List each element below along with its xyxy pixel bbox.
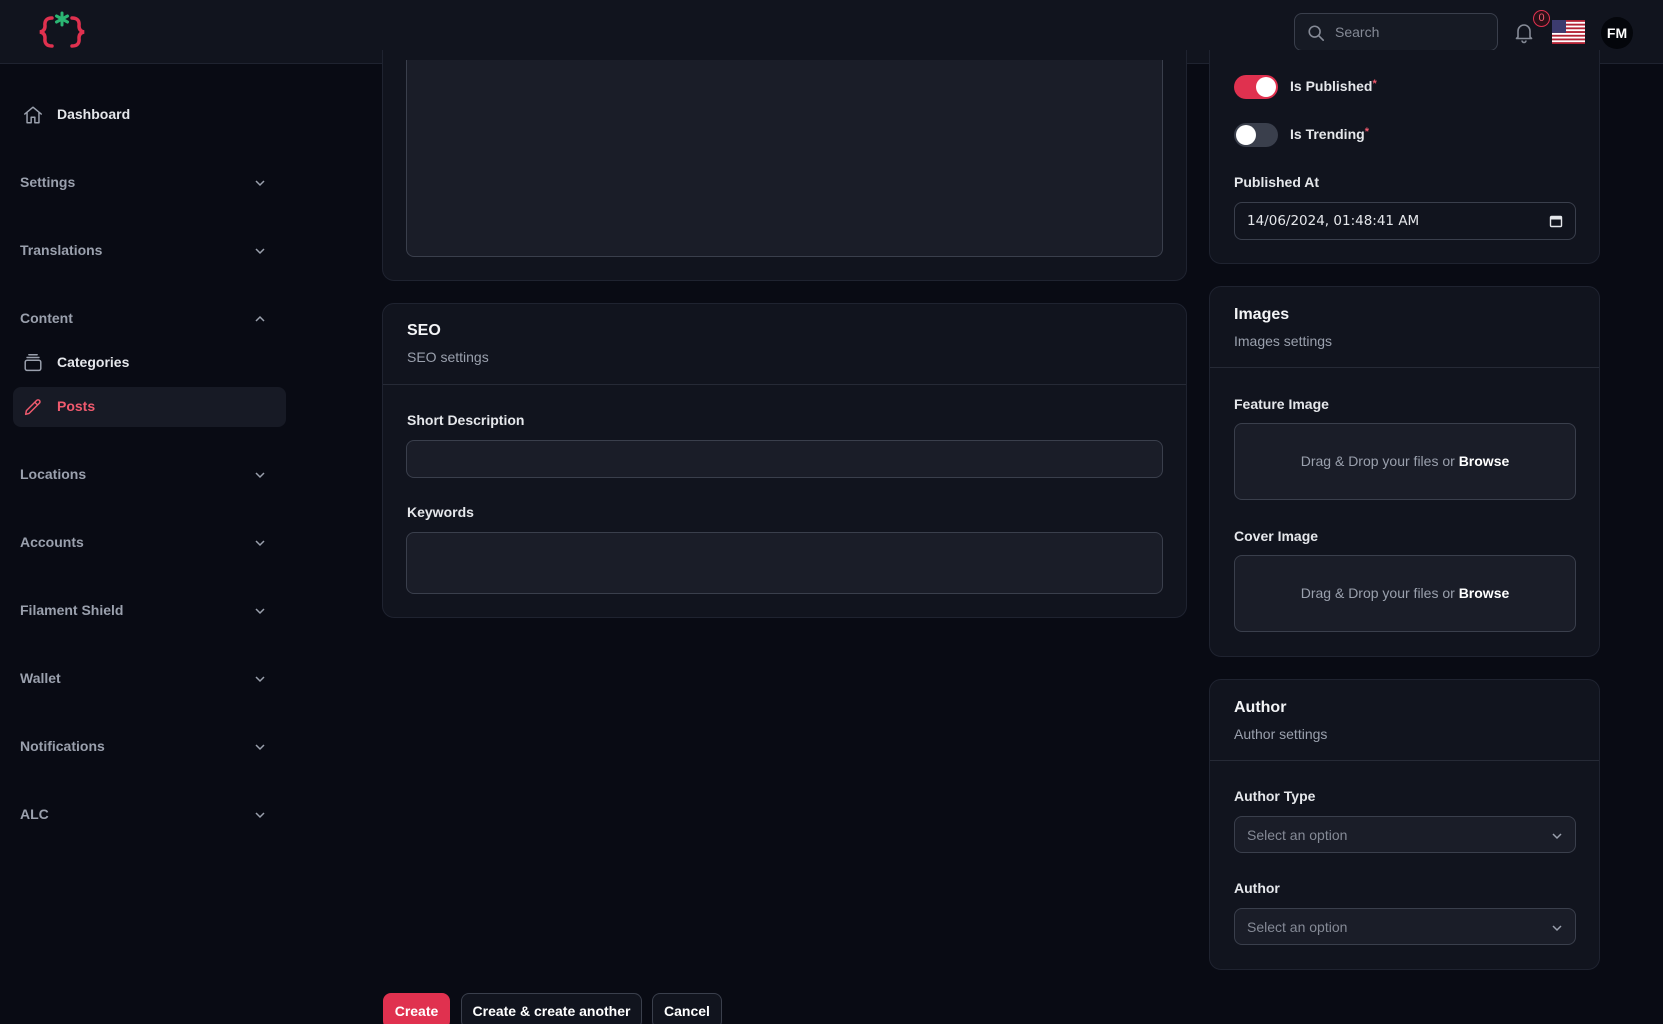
- sidebar-group-translations[interactable]: Translations: [20, 231, 276, 271]
- chevron-down-icon: [255, 472, 265, 479]
- sidebar-group-label: Translations: [20, 242, 103, 258]
- search-placeholder: Search: [1335, 24, 1380, 40]
- stack-icon: [24, 354, 42, 372]
- us-flag-icon[interactable]: [1552, 20, 1585, 44]
- cancel-button[interactable]: Cancel: [652, 993, 722, 1024]
- chevron-down-icon: [255, 812, 265, 819]
- author-type-label: Author Type: [1234, 788, 1316, 804]
- author-section-description: Author settings: [1234, 726, 1328, 742]
- section-divider: [1210, 760, 1599, 761]
- section-divider: [383, 384, 1186, 385]
- chevron-down-icon: [255, 540, 265, 547]
- keywords-input[interactable]: [406, 532, 1163, 594]
- chevron-down-icon: [1552, 833, 1562, 840]
- chevron-down-icon: [1552, 925, 1562, 932]
- images-section-description: Images settings: [1234, 333, 1333, 349]
- sidebar-group-label: Filament Shield: [20, 602, 124, 618]
- dropzone-text: Drag & Drop your files or: [1300, 585, 1459, 601]
- search-input[interactable]: Search: [1294, 13, 1498, 51]
- calendar-icon[interactable]: [1549, 214, 1563, 228]
- sidebar-group-content[interactable]: Content: [20, 299, 276, 339]
- browse-link[interactable]: Browse: [1459, 453, 1510, 469]
- feature-image-dropzone[interactable]: Drag & Drop your files or Browse: [1234, 423, 1576, 500]
- sidebar: Dashboard Settings Translations Content …: [0, 64, 290, 1024]
- sidebar-group-label: Content: [20, 310, 73, 326]
- seo-section-title: SEO: [407, 322, 441, 339]
- sidebar-group-alc[interactable]: ALC: [20, 795, 276, 835]
- required-marker: *: [1372, 78, 1377, 90]
- author-section-title: Author: [1234, 699, 1287, 716]
- sidebar-group-notifications[interactable]: Notifications: [20, 727, 276, 767]
- section-divider: [1210, 367, 1599, 368]
- sidebar-item-label: Categories: [57, 354, 130, 370]
- short-description-input[interactable]: [406, 440, 1163, 478]
- chevron-down-icon: [255, 676, 265, 683]
- author-label: Author: [1234, 880, 1280, 896]
- sidebar-item-dashboard[interactable]: Dashboard: [13, 95, 286, 135]
- select-placeholder: Select an option: [1247, 827, 1348, 843]
- chevron-down-icon: [255, 608, 265, 615]
- content-textarea[interactable]: [406, 60, 1163, 257]
- create-button[interactable]: Create: [383, 993, 450, 1024]
- chevron-up-icon: [255, 315, 265, 322]
- bell-icon[interactable]: [1512, 20, 1536, 44]
- cover-image-label: Cover Image: [1234, 528, 1319, 544]
- sidebar-item-categories[interactable]: Categories: [13, 343, 286, 383]
- is-trending-toggle[interactable]: [1234, 123, 1278, 147]
- is-trending-label: Is Trending*: [1290, 126, 1369, 142]
- chevron-down-icon: [255, 180, 265, 187]
- is-published-label: Is Published*: [1290, 78, 1377, 94]
- published-at-value: 14/06/2024, 01:48:41 AM: [1247, 213, 1420, 229]
- sidebar-group-label: ALC: [20, 806, 49, 822]
- is-published-toggle[interactable]: [1234, 75, 1278, 99]
- author-select[interactable]: Select an option: [1234, 908, 1576, 945]
- cover-image-dropzone[interactable]: Drag & Drop your files or Browse: [1234, 555, 1576, 632]
- sidebar-group-accounts[interactable]: Accounts: [20, 523, 276, 563]
- is-published-label-text: Is Published: [1290, 78, 1373, 94]
- author-type-select[interactable]: Select an option: [1234, 816, 1576, 853]
- published-at-label: Published At: [1234, 174, 1320, 190]
- is-trending-label-text: Is Trending: [1290, 126, 1365, 142]
- pencil-icon: [24, 399, 41, 416]
- sidebar-item-label: Dashboard: [57, 106, 131, 122]
- sidebar-group-label: Notifications: [20, 738, 105, 754]
- sidebar-group-settings[interactable]: Settings: [20, 163, 276, 203]
- sidebar-item-posts[interactable]: Posts: [13, 387, 286, 427]
- sidebar-group-label: Settings: [20, 174, 76, 190]
- dropzone-text: Drag & Drop your files or: [1300, 453, 1459, 469]
- notification-count-badge: 0: [1533, 10, 1550, 27]
- create-another-button[interactable]: Create & create another: [461, 993, 642, 1024]
- select-placeholder: Select an option: [1247, 919, 1348, 935]
- keywords-label: Keywords: [407, 504, 474, 520]
- seo-section-description: SEO settings: [407, 349, 489, 365]
- home-icon: [24, 106, 42, 124]
- feature-image-label: Feature Image: [1234, 396, 1329, 412]
- browse-link[interactable]: Browse: [1459, 585, 1510, 601]
- toggle-knob: [1236, 125, 1256, 145]
- sidebar-item-label: Posts: [57, 398, 96, 414]
- toggle-knob: [1256, 77, 1276, 97]
- chevron-down-icon: [255, 248, 265, 255]
- sidebar-group-filament-shield[interactable]: Filament Shield: [20, 591, 276, 631]
- sidebar-group-label: Wallet: [20, 670, 61, 686]
- required-marker: *: [1364, 126, 1369, 138]
- images-section-title: Images: [1234, 306, 1290, 323]
- user-avatar[interactable]: FM: [1601, 17, 1633, 49]
- search-icon: [1308, 25, 1325, 42]
- app-logo[interactable]: [38, 10, 86, 54]
- short-description-label: Short Description: [407, 412, 525, 428]
- chevron-down-icon: [255, 744, 265, 751]
- sidebar-group-wallet[interactable]: Wallet: [20, 659, 276, 699]
- published-at-input[interactable]: 14/06/2024, 01:48:41 AM: [1234, 202, 1576, 240]
- sidebar-group-label: Locations: [20, 466, 87, 482]
- sidebar-group-label: Accounts: [20, 534, 84, 550]
- sidebar-group-locations[interactable]: Locations: [20, 455, 276, 495]
